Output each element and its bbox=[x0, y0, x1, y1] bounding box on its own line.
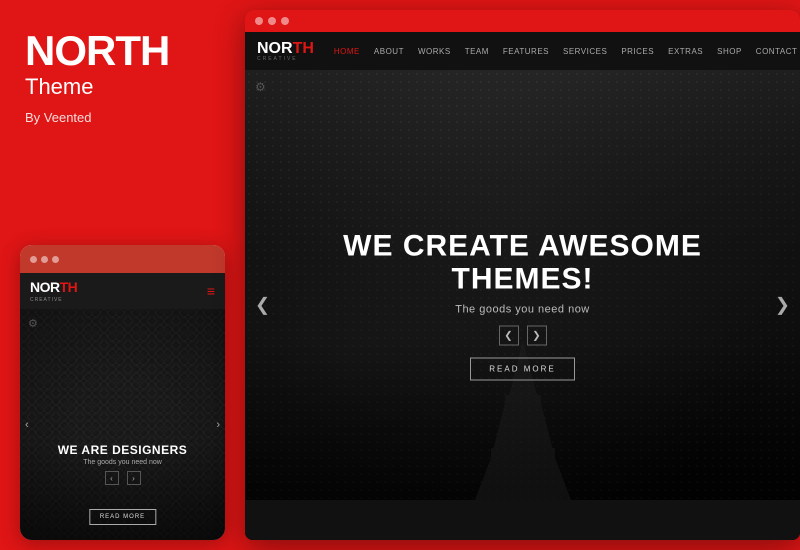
nav-item-works[interactable]: WORKS bbox=[418, 47, 451, 56]
desktop-nav-items: HOME ABOUT WORKS TEAM FEATURES SERVICES … bbox=[334, 46, 800, 57]
desktop-prev-arrow[interactable]: ❮ bbox=[255, 295, 270, 316]
mobile-hero: ⚙ ‹ › WE ARE DESIGNERS The goods you nee… bbox=[20, 309, 225, 540]
mobile-slide-next[interactable]: › bbox=[127, 471, 141, 485]
theme-subtitle: Theme bbox=[25, 74, 220, 100]
desktop-next-arrow[interactable]: ❯ bbox=[775, 295, 790, 316]
mobile-logo-creative: CREATIVE bbox=[30, 297, 77, 303]
nav-item-team[interactable]: TEAM bbox=[465, 47, 489, 56]
title-nor: NOR bbox=[25, 27, 115, 74]
desktop-logo-th: TH bbox=[293, 40, 314, 57]
title-th: TH bbox=[115, 27, 169, 74]
mobile-slide-prev[interactable]: ‹ bbox=[105, 471, 119, 485]
mobile-dot-1 bbox=[30, 256, 37, 263]
mobile-dot-3 bbox=[52, 256, 59, 263]
theme-author: By Veented bbox=[25, 110, 220, 125]
dots-overlay bbox=[20, 309, 225, 540]
mobile-settings-icon: ⚙ bbox=[28, 317, 38, 330]
desktop-hero-subtitle: The goods you need now bbox=[323, 304, 723, 316]
mobile-hero-content: WE ARE DESIGNERS The goods you need now … bbox=[20, 443, 225, 485]
theme-title: NORTH bbox=[25, 30, 220, 72]
desktop-mockup: NORTH CREATIVE HOME ABOUT WORKS TEAM FEA… bbox=[245, 10, 800, 540]
desktop-slide-nav: ❮ ❯ bbox=[323, 326, 723, 346]
mobile-logo-nor: NOR bbox=[30, 279, 60, 295]
desktop-cta-button[interactable]: READ MORE bbox=[470, 358, 574, 381]
desktop-hero-title: WE CREATE AWESOME THEMES! bbox=[323, 230, 723, 296]
desktop-slide-next[interactable]: ❯ bbox=[527, 326, 547, 346]
desktop-top-bar bbox=[245, 10, 800, 32]
desktop-dot-3 bbox=[281, 17, 289, 25]
mobile-mockup: NORTH CREATIVE ≡ ⚙ ‹ › WE ARE DESIGNERS … bbox=[20, 245, 225, 540]
mobile-cta-button[interactable]: READ MORE bbox=[89, 509, 156, 525]
desktop-dot-2 bbox=[268, 17, 276, 25]
desktop-slide-prev[interactable]: ❮ bbox=[499, 326, 519, 346]
desktop-hero: ⚙ ❮ ❯ WE CREATE AWESOME THEMES! The good… bbox=[245, 70, 800, 540]
nav-item-prices[interactable]: PRICES bbox=[621, 47, 654, 56]
nav-item-contact[interactable]: CONTACT bbox=[756, 47, 798, 56]
nav-item-shop[interactable]: SHOP bbox=[717, 47, 742, 56]
nav-item-features[interactable]: FEATURES bbox=[503, 47, 549, 56]
mobile-nav-bar: NORTH CREATIVE ≡ bbox=[20, 273, 225, 309]
desktop-hero-content: WE CREATE AWESOME THEMES! The goods you … bbox=[323, 230, 723, 381]
desktop-logo-nor: NOR bbox=[257, 40, 293, 57]
nav-item-extras[interactable]: EXTRAS bbox=[668, 47, 703, 56]
mobile-hero-title: WE ARE DESIGNERS bbox=[20, 443, 225, 457]
desktop-logo: NORTH CREATIVE bbox=[257, 40, 314, 62]
mobile-next-arrow[interactable]: › bbox=[216, 419, 220, 431]
nav-item-home[interactable]: HOME bbox=[334, 47, 360, 56]
nav-item-services[interactable]: SERVICES bbox=[563, 47, 607, 56]
mobile-slide-nav: ‹ › bbox=[20, 471, 225, 485]
hamburger-icon[interactable]: ≡ bbox=[207, 283, 215, 299]
mobile-dot-2 bbox=[41, 256, 48, 263]
mobile-hero-subtitle: The goods you need now bbox=[20, 459, 225, 466]
mobile-top-bar bbox=[20, 245, 225, 273]
desktop-nav-bar: NORTH CREATIVE HOME ABOUT WORKS TEAM FEA… bbox=[245, 32, 800, 70]
nav-item-about[interactable]: ABOUT bbox=[374, 47, 404, 56]
desktop-dot-1 bbox=[255, 17, 263, 25]
left-panel: NORTH Theme By Veented NORTH CREATIVE ≡ … bbox=[0, 0, 245, 550]
mobile-logo: NORTH CREATIVE bbox=[30, 279, 77, 303]
ground bbox=[245, 500, 800, 540]
mobile-prev-arrow[interactable]: ‹ bbox=[25, 419, 29, 431]
desktop-settings-icon: ⚙ bbox=[255, 80, 266, 94]
mobile-logo-th: TH bbox=[60, 279, 78, 295]
